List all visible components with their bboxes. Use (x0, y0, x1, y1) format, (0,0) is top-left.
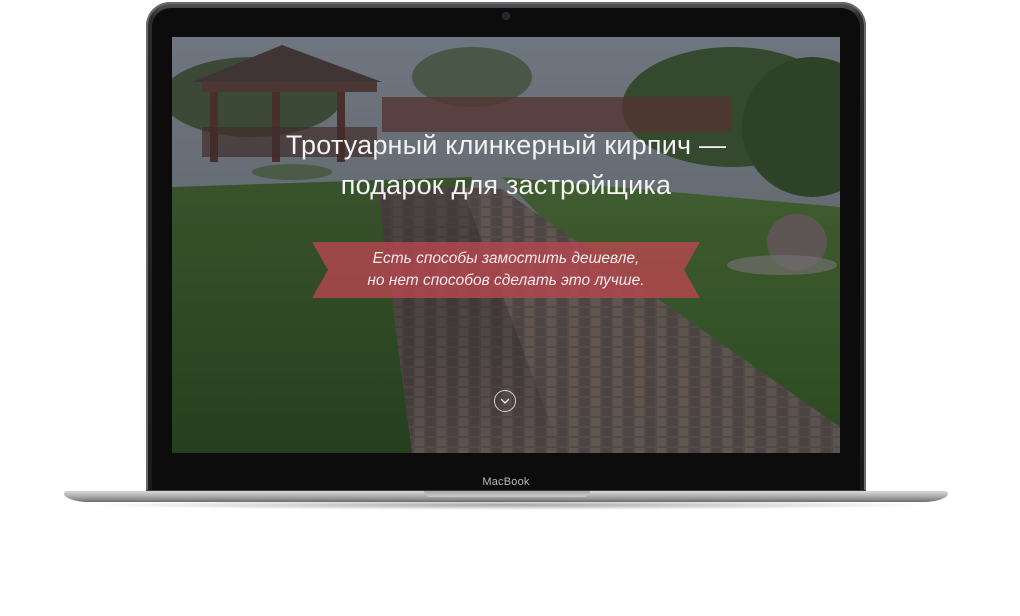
website-hero: Тротуарный клинкерный кирпич — подарок д… (172, 37, 840, 453)
device-brand-label: MacBook (482, 476, 530, 488)
chevron-down-icon (500, 398, 510, 404)
hero-title-line-1: Тротуарный клинкерный кирпич — (285, 130, 727, 160)
ribbon-text: Есть способы замостить дешевле, но нет с… (312, 248, 700, 292)
ribbon-line-1: Есть способы замостить дешевле, (372, 250, 640, 267)
ribbon-line-2: но нет способов сделать это лучше. (367, 272, 645, 289)
hero-title-line-2: подарок для застройщика (340, 170, 672, 200)
laptop-mockup: MacBook Тротуарный клинкерный кирпич — п… (0, 0, 1020, 616)
laptop-opening-notch (424, 491, 590, 497)
hero-title: Тротуарный клинкерный кирпич — подарок д… (172, 125, 840, 205)
tagline-ribbon: Есть способы замостить дешевле, но нет с… (312, 242, 700, 298)
scroll-down-button[interactable] (494, 390, 516, 412)
camera-icon (503, 13, 509, 19)
